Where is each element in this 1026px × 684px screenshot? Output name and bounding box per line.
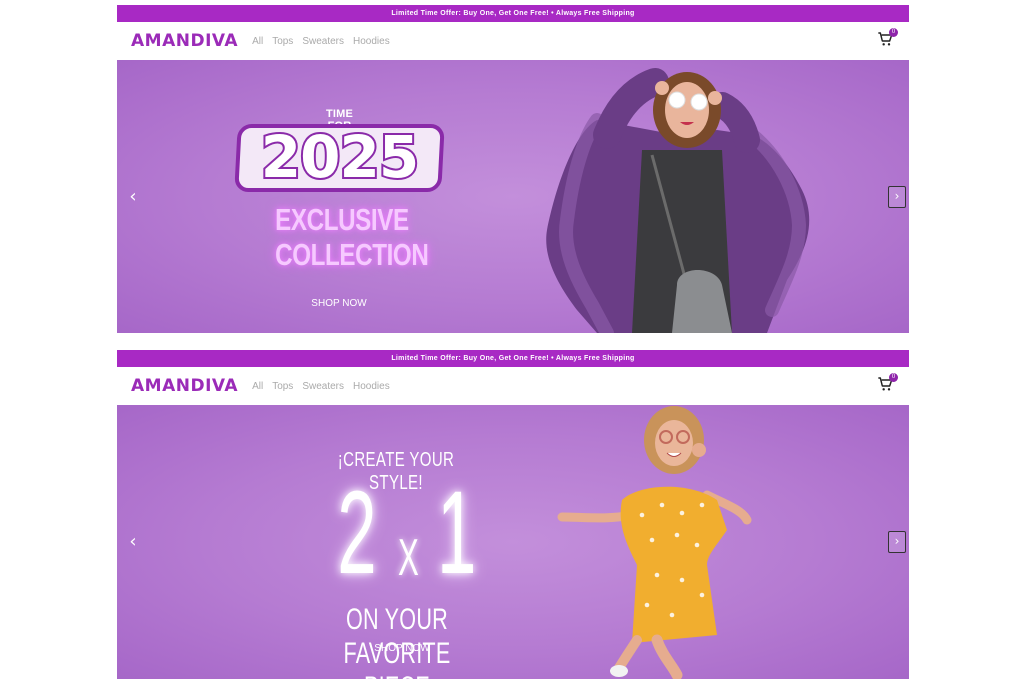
- offer-times: X: [398, 529, 419, 587]
- banner-headline: EXCLUSIVE COLLECTION: [275, 202, 429, 272]
- offer-number-one: 1: [437, 467, 477, 599]
- promo-bar: Limited Time Offer: Buy One, Get One Fre…: [117, 350, 909, 367]
- storefront-frame-2: Limited Time Offer: Buy One, Get One Fre…: [117, 350, 909, 679]
- model-photo-fur-coat: [546, 68, 810, 333]
- hero-banner-2: ‹ ¡CREATE YOUR STYLE! 2 X 1 ON YOUR FAVO…: [117, 405, 909, 679]
- model-photo-yellow-dress: [557, 406, 752, 679]
- nav-all[interactable]: All: [252, 381, 263, 392]
- carousel-prev-button[interactable]: ‹: [125, 530, 141, 554]
- cart-count-badge: 0: [889, 28, 898, 37]
- nav-tops[interactable]: Tops: [272, 36, 293, 47]
- year-badge: 2025: [234, 122, 445, 192]
- navbar: AMANDIVA All Tops Sweaters Hoodies 0: [117, 367, 909, 405]
- carousel-next-button[interactable]: ›: [888, 185, 906, 208]
- offer-number-two: 2: [337, 467, 377, 599]
- headline-line-2: COLLECTION: [275, 237, 429, 272]
- nav-sweaters[interactable]: Sweaters: [302, 381, 344, 392]
- cart-button[interactable]: 0: [877, 373, 898, 394]
- nav-hoodies[interactable]: Hoodies: [353, 36, 390, 47]
- carousel-prev-button[interactable]: ‹: [125, 185, 141, 209]
- cart-count-badge: 0: [889, 373, 898, 382]
- hero-banner-1: ‹ TIME FOR 2025 EXCLUSIVE COLLECTION SHO…: [117, 60, 909, 333]
- carousel-next-button[interactable]: ›: [888, 531, 906, 553]
- nav-links: All Tops Sweaters Hoodies: [252, 36, 390, 47]
- shop-now-button[interactable]: SHOP NOW: [309, 298, 369, 309]
- promo-bar: Limited Time Offer: Buy One, Get One Fre…: [117, 5, 909, 22]
- storefront-frame-1: Limited Time Offer: Buy One, Get One Fre…: [117, 5, 909, 333]
- nav-sweaters[interactable]: Sweaters: [302, 36, 344, 47]
- brand-logo[interactable]: AMANDIVA: [131, 31, 238, 51]
- nav-hoodies[interactable]: Hoodies: [353, 381, 390, 392]
- banner-subline: ON YOUR FAVORITE PIECE: [343, 603, 451, 679]
- shop-now-button[interactable]: SHOP NOW: [372, 643, 432, 654]
- headline-line-1: EXCLUSIVE: [275, 202, 409, 237]
- nav-all[interactable]: All: [252, 36, 263, 47]
- brand-logo[interactable]: AMANDIVA: [131, 376, 238, 396]
- nav-tops[interactable]: Tops: [272, 381, 293, 392]
- cart-button[interactable]: 0: [877, 28, 898, 49]
- year-text: 2025: [259, 122, 421, 192]
- navbar: AMANDIVA All Tops Sweaters Hoodies 0: [117, 22, 909, 60]
- nav-links: All Tops Sweaters Hoodies: [252, 381, 390, 392]
